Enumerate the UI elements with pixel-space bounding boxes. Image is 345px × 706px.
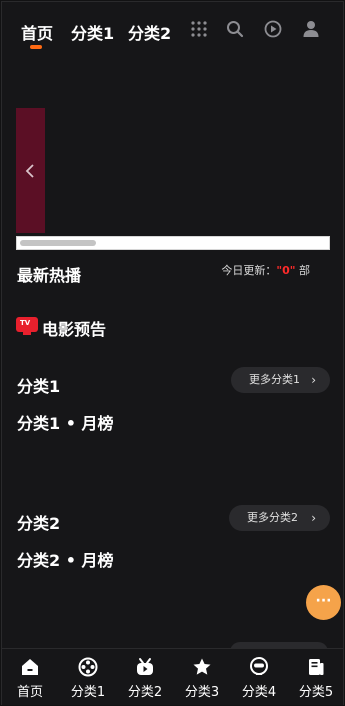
banner-scrollbar[interactable]	[16, 236, 330, 250]
bottom-nav-category5[interactable]: 分类5	[291, 649, 341, 700]
banner-prev-button[interactable]	[16, 108, 45, 233]
category2-subtitle: 分类2 • 月榜	[17, 551, 114, 570]
tv-icon: TV	[16, 317, 38, 335]
movie-preview-label: 电影预告	[42, 320, 107, 339]
latest-title: 最新热播	[17, 266, 82, 285]
bottom-nav-home[interactable]: 首页	[5, 649, 55, 700]
app-frame	[1, 1, 344, 705]
user-icon[interactable]	[302, 20, 320, 38]
update-info: 今日更新："0" 部	[221, 262, 310, 278]
more-category1-button[interactable]: 更多分类1 ›	[231, 367, 330, 393]
book-icon	[306, 657, 326, 677]
tab-category1[interactable]: 分类1	[71, 20, 114, 44]
more-category2-label: 更多分类2	[247, 511, 298, 524]
home-icon	[20, 657, 40, 677]
tab-home[interactable]: 首页	[21, 20, 53, 49]
category2-title: 分类2	[17, 514, 61, 533]
bottom-nav: 首页 分类1 分类2 分类3 分类4 分类5	[2, 648, 343, 705]
bottom-nav-label: 分类2	[127, 685, 163, 700]
chevron-left-icon	[25, 164, 34, 178]
bottom-nav-label: 分类4	[241, 685, 277, 700]
top-nav: 首页 分类1 分类2	[0, 0, 345, 60]
update-suffix: 部	[295, 264, 310, 277]
search-icon[interactable]	[226, 20, 244, 38]
bottom-nav-category3[interactable]: 分类3	[177, 649, 227, 700]
update-count: "0"	[276, 264, 296, 277]
tab-category2[interactable]: 分类2	[128, 20, 171, 44]
scrollbar-thumb[interactable]	[20, 240, 96, 246]
bottom-nav-label: 首页	[16, 685, 43, 700]
update-prefix: 今日更新：	[221, 264, 277, 277]
more-category1-label: 更多分类1	[249, 373, 300, 386]
bottom-nav-label: 分类1	[70, 685, 106, 700]
bottom-nav-category4[interactable]: 分类4	[234, 649, 284, 700]
film-reel-icon	[78, 657, 98, 677]
star-icon	[192, 657, 212, 677]
grid-icon[interactable]	[190, 20, 208, 38]
more-category2-button[interactable]: 更多分类2 ›	[229, 505, 330, 531]
bottom-nav-category2[interactable]: 分类2	[120, 649, 170, 700]
category1-title: 分类1	[17, 377, 61, 396]
bottom-nav-label: 分类3	[184, 685, 220, 700]
bottom-nav-category1[interactable]: 分类1	[63, 649, 113, 700]
tv-badge-text: TV	[20, 319, 31, 327]
chevron-right-icon: ›	[311, 373, 316, 387]
robot-icon	[249, 657, 269, 677]
tv-icon	[135, 657, 155, 677]
category1-subtitle: 分类1 • 月榜	[17, 414, 114, 433]
chevron-right-icon: ›	[311, 511, 316, 525]
more-fab-button[interactable]: ···	[306, 585, 341, 620]
play-circle-icon[interactable]	[264, 20, 282, 38]
bottom-nav-label: 分类5	[298, 685, 334, 700]
